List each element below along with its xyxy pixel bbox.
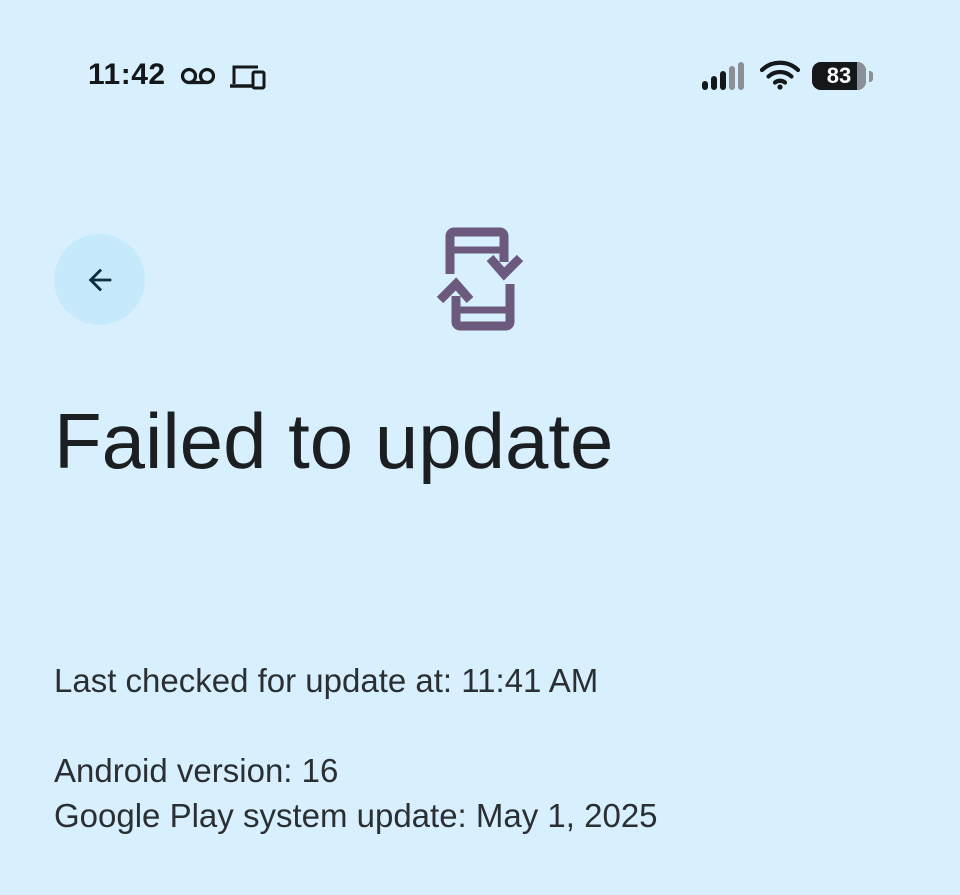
status-time: 11:42: [88, 58, 166, 91]
wifi-icon: [760, 60, 800, 90]
play-system-update-date: May 1, 2025: [475, 797, 658, 834]
status-bar: 11:42 83: [0, 0, 960, 150]
play-system-update-label: Google Play system update:: [54, 797, 467, 834]
voicemail-icon: [180, 67, 216, 85]
back-button[interactable]: [54, 234, 145, 325]
android-version-label: Android version:: [54, 752, 293, 789]
battery-icon: 83: [812, 62, 874, 92]
play-system-update-text: Google Play system update: May 1, 2025: [54, 797, 658, 835]
last-checked-text: Last checked for update at: 11:41 AM: [54, 662, 598, 700]
android-version-text: Android version: 16: [54, 752, 338, 790]
signal-icon: [702, 62, 744, 90]
battery-level: 83: [826, 63, 852, 88]
last-checked-time: 11:41 AM: [461, 662, 599, 699]
cast-icon: [230, 65, 266, 90]
last-checked-label: Last checked for update at:: [54, 662, 453, 699]
battery-body: 83: [812, 62, 866, 90]
system-update-icon: [436, 227, 524, 331]
arrow-back-icon: [88, 268, 111, 291]
battery-cap: [869, 71, 873, 82]
android-version-value: 16: [301, 752, 339, 789]
page-title: Failed to update: [54, 397, 614, 485]
